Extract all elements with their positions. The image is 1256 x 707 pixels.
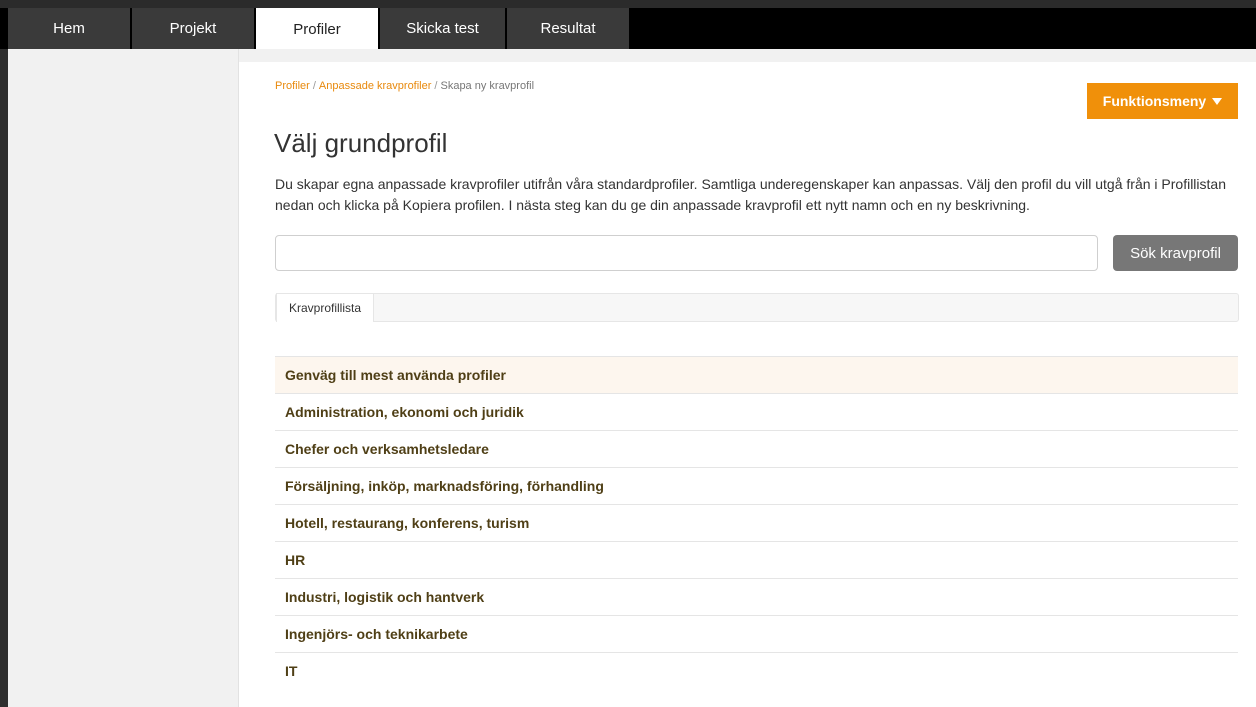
list-item[interactable]: Administration, ekonomi och juridik: [275, 393, 1238, 430]
left-edge: [0, 49, 8, 707]
profile-list: Genväg till mest använda profiler Admini…: [275, 356, 1238, 689]
page-title: Välj grundprofil: [274, 128, 448, 158]
list-item[interactable]: HR: [275, 541, 1238, 578]
breadcrumb: Profiler / Anpassade kravprofiler / Skapa ny…: [275, 80, 534, 92]
breadcrumb-separator: /: [434, 80, 438, 92]
tab-resultat[interactable]: Resultat: [507, 8, 629, 49]
list-item[interactable]: Chefer och verksamhetsledare: [275, 430, 1238, 467]
sidebar: [8, 49, 239, 707]
breadcrumb-profiler[interactable]: Profiler: [275, 80, 310, 92]
top-navigation: Hem Projekt Profiler Skicka test Resulta…: [0, 0, 1256, 51]
list-tabs: Kravprofillista: [275, 293, 1239, 322]
main-content: Profiler / Anpassade kravprofiler / Skapa ny…: [239, 49, 1256, 707]
tab-profiler[interactable]: Profiler: [256, 8, 378, 51]
search-button[interactable]: Sök kravprofil: [1113, 235, 1238, 271]
tab-hem[interactable]: Hem: [8, 8, 130, 49]
caret-down-icon: [1212, 97, 1223, 105]
list-item[interactable]: Hotell, restaurang, konferens, turism: [275, 504, 1238, 541]
breadcrumb-separator: /: [312, 80, 316, 92]
content-top-strip: [239, 49, 1256, 62]
list-item[interactable]: Industri, logistik och hantverk: [275, 578, 1238, 615]
page-description: Du skapar egna anpassade kravprofiler ut…: [275, 176, 1226, 213]
top-strip: [0, 0, 1256, 8]
list-item[interactable]: Ingenjörs- och teknikarbete: [275, 615, 1238, 652]
breadcrumb-current: Skapa ny kravprofil: [440, 80, 535, 92]
breadcrumb-anpassade-kravprofiler[interactable]: Anpassade kravprofiler: [319, 80, 432, 92]
tab-kravprofillista[interactable]: Kravprofillista: [276, 293, 375, 322]
list-item[interactable]: Försäljning, inköp, marknadsföring, förh…: [275, 467, 1238, 504]
list-item[interactable]: Genväg till mest använda profiler: [275, 356, 1238, 393]
search-input[interactable]: [275, 235, 1098, 271]
tab-skicka-test[interactable]: Skicka test: [380, 8, 505, 49]
list-item[interactable]: IT: [275, 652, 1238, 689]
tab-projekt[interactable]: Projekt: [132, 8, 254, 49]
function-menu-button[interactable]: Funktionsmeny: [1087, 83, 1238, 119]
function-menu-label: Funktionsmeny: [1102, 93, 1207, 109]
